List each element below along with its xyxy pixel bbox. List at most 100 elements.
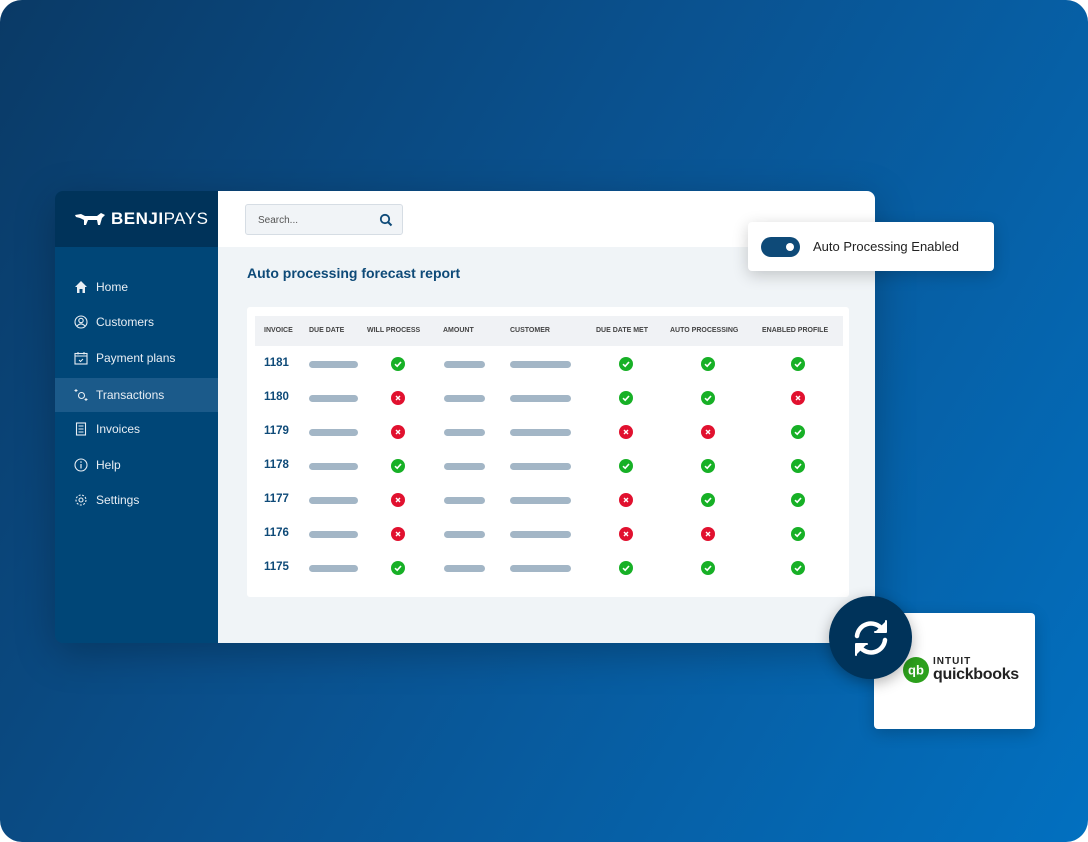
page-title: Auto processing forecast report: [247, 265, 461, 281]
report-table: INVOICE DUE DATE WILL PROCESS AMOUNT CUSTOME…: [247, 307, 849, 597]
brand-name-light: PAYS: [163, 209, 209, 228]
gear-icon: [75, 494, 87, 506]
sidebar-item-label: Customers: [96, 315, 155, 329]
amount-placeholder: [444, 395, 485, 402]
enabled-profile-check-icon: [791, 425, 805, 439]
column-header[interactable]: AMOUNT: [443, 327, 474, 334]
sidebar-item-label: Home: [96, 280, 129, 294]
sidebar-item-customers[interactable]: Customers: [55, 305, 218, 339]
due-date-met-check-icon: [619, 357, 633, 371]
invoice-number[interactable]: 1175: [264, 561, 289, 573]
receipt-icon: [75, 422, 87, 436]
will-process-x-icon: [391, 425, 405, 439]
column-header[interactable]: AUTO PROCESSING: [670, 327, 738, 334]
customer-placeholder: [510, 395, 571, 402]
table-row[interactable]: 1175: [247, 550, 849, 584]
amount-placeholder: [444, 531, 485, 538]
table-row[interactable]: 1180: [247, 380, 849, 414]
due-date-met-x-icon: [619, 527, 633, 541]
amount-placeholder: [444, 361, 485, 368]
will-process-check-icon: [391, 459, 405, 473]
brand-name-bold: BENJI: [111, 209, 164, 228]
sidebar-item-label: Settings: [96, 493, 140, 507]
sidebar-item-settings[interactable]: Settings: [55, 483, 218, 517]
table-row[interactable]: 1178: [247, 448, 849, 482]
customer-placeholder: [510, 463, 571, 470]
sidebar-item-payment-plans[interactable]: Payment plans: [55, 341, 218, 375]
will-process-check-icon: [391, 357, 405, 371]
table-header: INVOICE DUE DATE WILL PROCESS AMOUNT CUSTOME…: [255, 316, 843, 346]
due-date-met-check-icon: [619, 561, 633, 575]
auto-processing-toggle[interactable]: [761, 236, 800, 257]
invoice-number[interactable]: 1178: [264, 459, 289, 471]
main-content: Auto processing forecast report INVOICE D…: [218, 247, 875, 643]
due-date-met-check-icon: [619, 459, 633, 473]
sidebar-item-help[interactable]: Help: [55, 448, 218, 482]
customer-placeholder: [510, 429, 571, 436]
table-row[interactable]: 1177: [247, 482, 849, 516]
due-date-met-x-icon: [619, 493, 633, 507]
amount-placeholder: [444, 463, 485, 470]
enabled-profile-check-icon: [791, 459, 805, 473]
column-header[interactable]: ENABLED PROFILE: [762, 327, 828, 334]
table-row[interactable]: 1181: [247, 346, 849, 380]
due-date-placeholder: [309, 361, 358, 368]
user-circle-icon: [74, 315, 88, 329]
will-process-x-icon: [391, 493, 405, 507]
svg-text:qb: qb: [908, 663, 924, 678]
invoice-number[interactable]: 1176: [264, 527, 289, 539]
customer-placeholder: [510, 531, 571, 538]
will-process-check-icon: [391, 561, 405, 575]
info-icon: [74, 458, 88, 472]
column-header[interactable]: DUE DATE: [309, 327, 344, 334]
will-process-x-icon: [391, 391, 405, 405]
auto-processing-check-icon: [701, 391, 715, 405]
sidebar-item-home[interactable]: Home: [55, 270, 218, 304]
sidebar-item-label: Payment plans: [96, 351, 176, 365]
customer-placeholder: [510, 361, 571, 368]
calendar-check-icon: [74, 352, 88, 365]
invoice-number[interactable]: 1181: [264, 357, 289, 369]
due-date-placeholder: [309, 497, 358, 504]
sidebar-item-transactions[interactable]: Transactions: [55, 378, 218, 412]
sidebar-item-label: Invoices: [96, 422, 141, 436]
auto-processing-x-icon: [701, 425, 715, 439]
table-row[interactable]: 1179: [247, 414, 849, 448]
auto-processing-check-icon: [701, 357, 715, 371]
sidebar-item-invoices[interactable]: Invoices: [55, 412, 218, 446]
enabled-profile-x-icon: [791, 391, 805, 405]
quickbooks-logo-icon: qb: [903, 657, 929, 683]
home-icon: [75, 281, 87, 293]
invoice-number[interactable]: 1179: [264, 425, 289, 437]
table-row[interactable]: 1176: [247, 516, 849, 550]
invoice-number[interactable]: 1177: [264, 493, 289, 505]
transactions-icon: [74, 389, 88, 401]
due-date-placeholder: [309, 429, 358, 436]
sidebar: BENJI PAYS Home Customers Payment plans Tran…: [55, 191, 218, 643]
search-input[interactable]: Search...: [245, 204, 403, 235]
invoice-number[interactable]: 1180: [264, 391, 289, 403]
enabled-profile-check-icon: [791, 357, 805, 371]
amount-placeholder: [444, 565, 485, 572]
search-placeholder: Search...: [258, 215, 299, 226]
due-date-placeholder: [309, 565, 358, 572]
search-icon[interactable]: [379, 213, 393, 227]
customer-placeholder: [510, 497, 571, 504]
enabled-profile-check-icon: [791, 561, 805, 575]
due-date-placeholder: [309, 531, 358, 538]
auto-processing-check-icon: [701, 459, 715, 473]
column-header[interactable]: WILL PROCESS: [367, 327, 420, 334]
auto-processing-check-icon: [701, 561, 715, 575]
column-header[interactable]: CUSTOMER: [510, 327, 550, 334]
customer-placeholder: [510, 565, 571, 572]
sidebar-item-label: Help: [96, 458, 121, 472]
column-header[interactable]: INVOICE: [264, 327, 293, 334]
sidebar-item-label: Transactions: [96, 388, 165, 402]
due-date-placeholder: [309, 463, 358, 470]
toggle-label: Auto Processing Enabled: [813, 239, 959, 254]
amount-placeholder: [444, 429, 485, 436]
will-process-x-icon: [391, 527, 405, 541]
column-header[interactable]: DUE DATE MET: [596, 327, 648, 334]
sync-button[interactable]: [829, 596, 912, 679]
quickbooks-label: quickbooks: [933, 666, 1019, 683]
